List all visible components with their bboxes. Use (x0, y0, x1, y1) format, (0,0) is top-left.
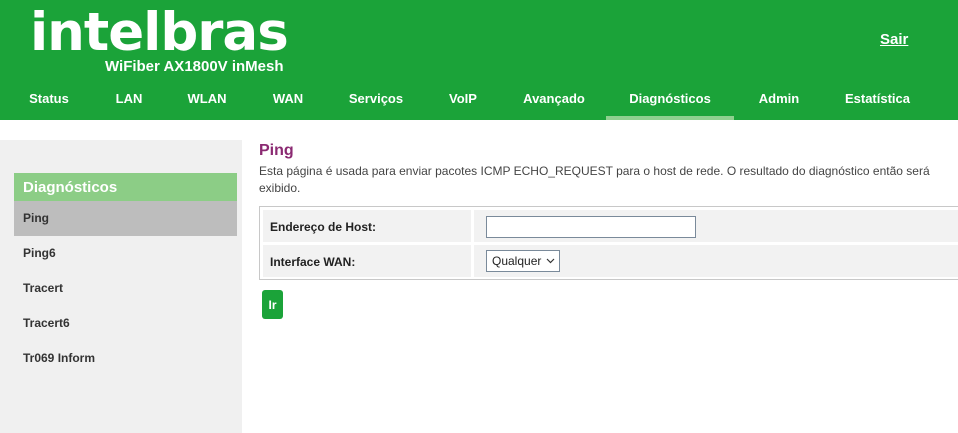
sidebar: Diagnósticos Ping Ping6 Tracert Tracert6… (0, 140, 242, 433)
nav-avancado[interactable]: Avançado (509, 80, 599, 120)
sidebar-item-tracert6[interactable]: Tracert6 (14, 306, 237, 341)
host-input[interactable] (486, 216, 696, 238)
top-header: intelbras WiFiber AX1800V inMesh Sair St… (0, 0, 958, 120)
nav-lan[interactable]: LAN (92, 80, 166, 120)
sidebar-item-ping[interactable]: Ping (14, 201, 237, 236)
sidebar-item-tr069-inform[interactable]: Tr069 Inform (14, 341, 237, 376)
ping-form: Endereço de Host: Interface WAN: Qualque… (259, 206, 958, 280)
intelbras-logo: intelbras (30, 2, 289, 63)
page-description: Esta página é usada para enviar pacotes … (259, 164, 930, 195)
nav-estatistica[interactable]: Estatística (830, 80, 925, 120)
wan-interface-label: Interface WAN: (263, 245, 471, 277)
nav-admin[interactable]: Admin (742, 80, 816, 120)
host-label: Endereço de Host: (263, 210, 471, 242)
wan-row: Interface WAN: Qualquer (263, 245, 958, 277)
nav-status[interactable]: Status (12, 80, 86, 120)
wan-selected-value: Qualquer (492, 254, 542, 268)
nav-wan[interactable]: WAN (251, 80, 325, 120)
sidebar-item-tracert[interactable]: Tracert (14, 271, 237, 306)
nav-voip[interactable]: VoIP (426, 80, 500, 120)
nav-servicos[interactable]: Serviços (334, 80, 418, 120)
nav-wlan[interactable]: WLAN (170, 80, 244, 120)
host-row: Endereço de Host: (263, 210, 958, 242)
device-model: WiFiber AX1800V inMesh (105, 58, 284, 75)
go-button[interactable]: Ir (262, 290, 283, 319)
nav-diagnosticos[interactable]: Diagnósticos (606, 80, 734, 120)
main-nav: Status LAN WLAN WAN Serviços VoIP Avança… (0, 80, 958, 120)
wan-interface-select[interactable]: Qualquer (486, 250, 560, 272)
logout-link[interactable]: Sair (880, 31, 908, 48)
chevron-down-icon (546, 258, 555, 264)
sidebar-title: Diagnósticos (14, 173, 237, 201)
sidebar-item-ping6[interactable]: Ping6 (14, 236, 237, 271)
page-title: Ping (259, 142, 294, 159)
